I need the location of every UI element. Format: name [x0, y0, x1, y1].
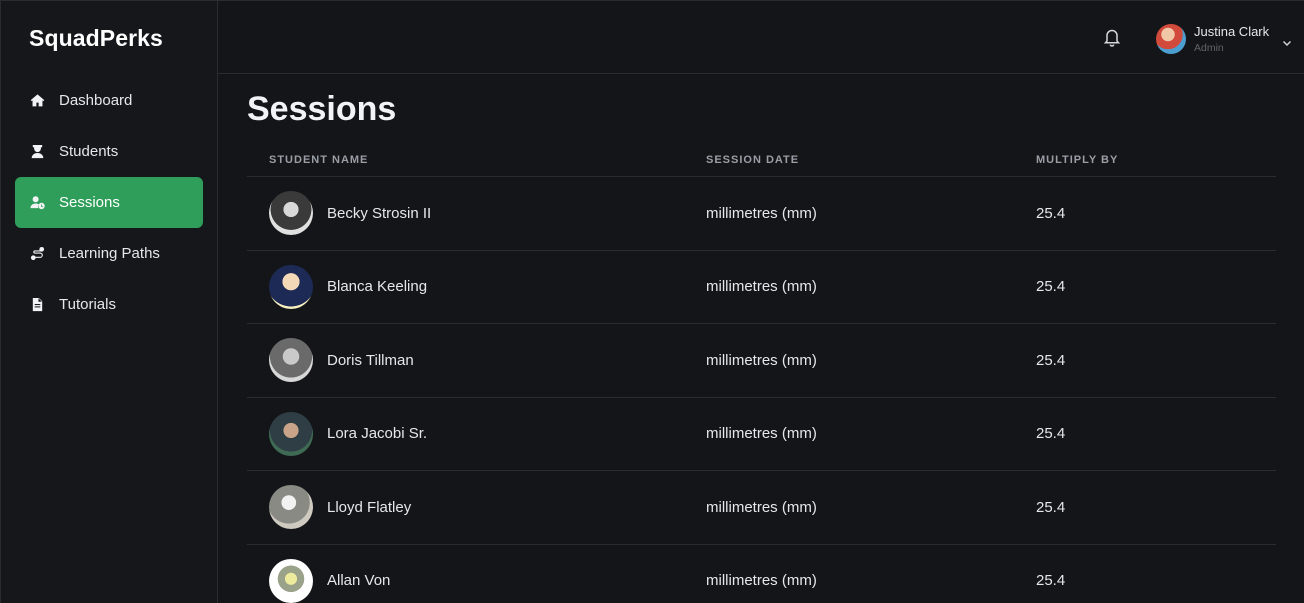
page-title: Sessions — [247, 90, 397, 128]
chevron-down-icon[interactable] — [1281, 36, 1293, 48]
table-row[interactable]: Becky Strosin II millimetres (mm) 25.4 — [247, 177, 1276, 251]
sidebar-item-label: Learning Paths — [59, 245, 160, 262]
session-date-cell: millimetres (mm) — [706, 278, 817, 296]
top-bar: Justina Clark Admin — [218, 1, 1304, 74]
student-cell: Doris Tillman — [247, 338, 706, 383]
column-header-student-name[interactable]: STUDENT NAME — [247, 154, 706, 166]
student-cell: Lloyd Flatley — [247, 485, 706, 530]
sidebar-item-tutorials[interactable]: Tutorials — [15, 279, 203, 330]
home-icon — [29, 93, 45, 109]
student-icon — [29, 144, 45, 160]
avatar[interactable] — [1156, 24, 1186, 54]
multiply-by-cell: 25.4 — [1036, 278, 1066, 296]
session-date-cell: millimetres (mm) — [706, 204, 817, 222]
table-row[interactable]: Blanca Keeling millimetres (mm) 25.4 — [247, 251, 1276, 324]
app-window: SquadPerks Dashboard Students Sessions L… — [0, 0, 1304, 603]
sidebar-item-students[interactable]: Students — [15, 126, 203, 177]
avatar — [269, 485, 313, 530]
main-content: Sessions STUDENT NAME SESSION DATE MULTI… — [247, 74, 1276, 603]
sidebar: SquadPerks Dashboard Students Sessions L… — [1, 1, 218, 603]
multiply-by-cell: 25.4 — [1036, 204, 1066, 222]
multiply-by-cell: 25.4 — [1036, 351, 1066, 369]
multiply-by-cell: 25.4 — [1036, 498, 1066, 516]
sidebar-item-learning-paths[interactable]: Learning Paths — [15, 228, 203, 279]
column-header-multiply-by[interactable]: MULTIPLY BY — [1036, 154, 1276, 166]
table-header: STUDENT NAME SESSION DATE MULTIPLY BY — [247, 143, 1276, 177]
session-date-cell: millimetres (mm) — [706, 425, 817, 443]
sidebar-item-sessions[interactable]: Sessions — [15, 177, 203, 228]
student-name: Becky Strosin II — [327, 204, 432, 222]
multiply-by-cell: 25.4 — [1036, 572, 1066, 590]
table-row[interactable]: Allan Von millimetres (mm) 25.4 — [247, 545, 1276, 603]
avatar — [269, 264, 313, 309]
avatar — [269, 411, 313, 456]
student-name: Lloyd Flatley — [327, 498, 412, 516]
session-date-cell: millimetres (mm) — [706, 572, 817, 590]
user-role: Admin — [1194, 41, 1224, 54]
sidebar-item-label: Dashboard — [59, 92, 133, 109]
sidebar-item-label: Sessions — [59, 194, 120, 211]
student-name: Lora Jacobi Sr. — [327, 425, 428, 443]
table-row[interactable]: Doris Tillman millimetres (mm) 25.4 — [247, 324, 1276, 398]
student-cell: Allan Von — [247, 558, 706, 603]
brand-logo[interactable]: SquadPerks — [29, 25, 163, 52]
bell-icon[interactable] — [1103, 27, 1121, 47]
user-info: Justina Clark Admin — [1194, 24, 1269, 55]
student-name: Doris Tillman — [327, 351, 414, 369]
document-icon — [29, 297, 45, 313]
user-menu[interactable]: Justina Clark Admin — [1156, 22, 1293, 56]
column-header-session-date[interactable]: SESSION DATE — [706, 154, 1036, 166]
student-name: Blanca Keeling — [327, 278, 428, 296]
user-name: Justina Clark — [1194, 23, 1270, 39]
sidebar-nav: Dashboard Students Sessions Learning Pat… — [15, 75, 203, 330]
student-cell: Lora Jacobi Sr. — [247, 411, 706, 456]
sidebar-item-label: Students — [59, 143, 119, 160]
student-name: Allan Von — [327, 572, 391, 590]
table-row[interactable]: Lloyd Flatley millimetres (mm) 25.4 — [247, 471, 1276, 545]
avatar — [269, 191, 313, 236]
session-date-cell: millimetres (mm) — [706, 351, 817, 369]
sessions-table: STUDENT NAME SESSION DATE MULTIPLY BY Be… — [247, 143, 1276, 603]
avatar — [269, 338, 313, 383]
student-cell: Becky Strosin II — [247, 191, 706, 236]
session-date-cell: millimetres (mm) — [706, 498, 817, 516]
table-row[interactable]: Lora Jacobi Sr. millimetres (mm) 25.4 — [247, 398, 1276, 471]
user-clock-icon — [29, 195, 45, 211]
avatar — [269, 558, 313, 603]
multiply-by-cell: 25.4 — [1036, 425, 1066, 443]
route-icon — [29, 246, 45, 262]
student-cell: Blanca Keeling — [247, 264, 706, 309]
sidebar-item-dashboard[interactable]: Dashboard — [15, 75, 203, 126]
sidebar-item-label: Tutorials — [59, 296, 116, 313]
